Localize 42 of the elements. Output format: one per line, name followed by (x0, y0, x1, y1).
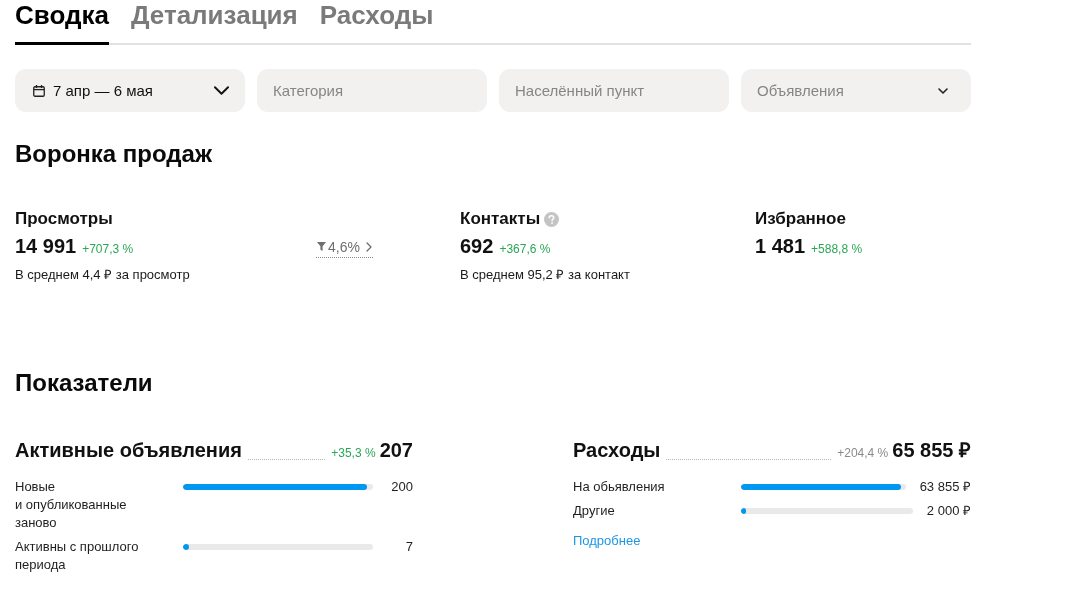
tab[interactable]: Сводка (15, 0, 109, 45)
metric-title: Контакты (460, 208, 541, 230)
average-cost-text: В среднем 4,4 ₽ за просмотр (15, 267, 191, 283)
tab[interactable]: Детализация (130, 0, 298, 45)
conversion-link[interactable]: 4,6% (316, 237, 373, 258)
chevron-right-icon (366, 241, 372, 252)
block-total: 65 855 ₽ (892, 438, 971, 463)
row-label: Активны с прошлого периода (15, 538, 140, 574)
section-heading: Воронка продаж (15, 140, 213, 168)
block-title: Расходы (573, 438, 661, 463)
change-percent: +35,3 % (331, 445, 376, 462)
row-label: Другие (573, 502, 616, 520)
row-label: Новые и опубликованные заново (15, 478, 128, 532)
change-percent: +588,8 % (811, 241, 863, 258)
metric-value: 1 481 (755, 234, 806, 258)
block-title: Активные объявления (15, 438, 242, 463)
input-field[interactable]: Категория (257, 69, 487, 112)
average-cost-text: В среднем 95,2 ₽ за контакт (460, 267, 631, 283)
metric-title: Просмотры (15, 208, 113, 230)
row-value: 2 000 ₽ (926, 502, 971, 520)
block-total: 207 (379, 438, 413, 463)
row-value: 63 855 ₽ (919, 478, 971, 496)
section-heading: Показатели (15, 369, 154, 397)
change-percent: +707,3 % (82, 241, 134, 258)
row-value: 200 (390, 478, 413, 496)
chevron-down-icon (214, 86, 229, 95)
dropdown-field[interactable]: Объявления (741, 69, 971, 112)
metric-title: Избранное (755, 208, 846, 230)
row-value: 7 (404, 538, 413, 556)
tab[interactable]: Расходы (319, 0, 434, 45)
help-icon[interactable] (544, 211, 560, 227)
date-picker[interactable]: 7 апр — 6 мая (15, 69, 245, 112)
input-field[interactable]: Населённый пункт (499, 69, 729, 112)
metric-value: 692 (460, 234, 494, 258)
details-link[interactable]: Подробнее (573, 532, 641, 550)
change-percent: +204,4 % (837, 445, 889, 462)
change-percent: +367,6 % (499, 241, 551, 258)
row-label: На обьявления (573, 478, 666, 496)
chevron-down-icon (938, 88, 948, 94)
funnel-icon (317, 242, 327, 251)
calendar-icon (33, 84, 45, 97)
metric-value: 14 991 (15, 234, 77, 258)
